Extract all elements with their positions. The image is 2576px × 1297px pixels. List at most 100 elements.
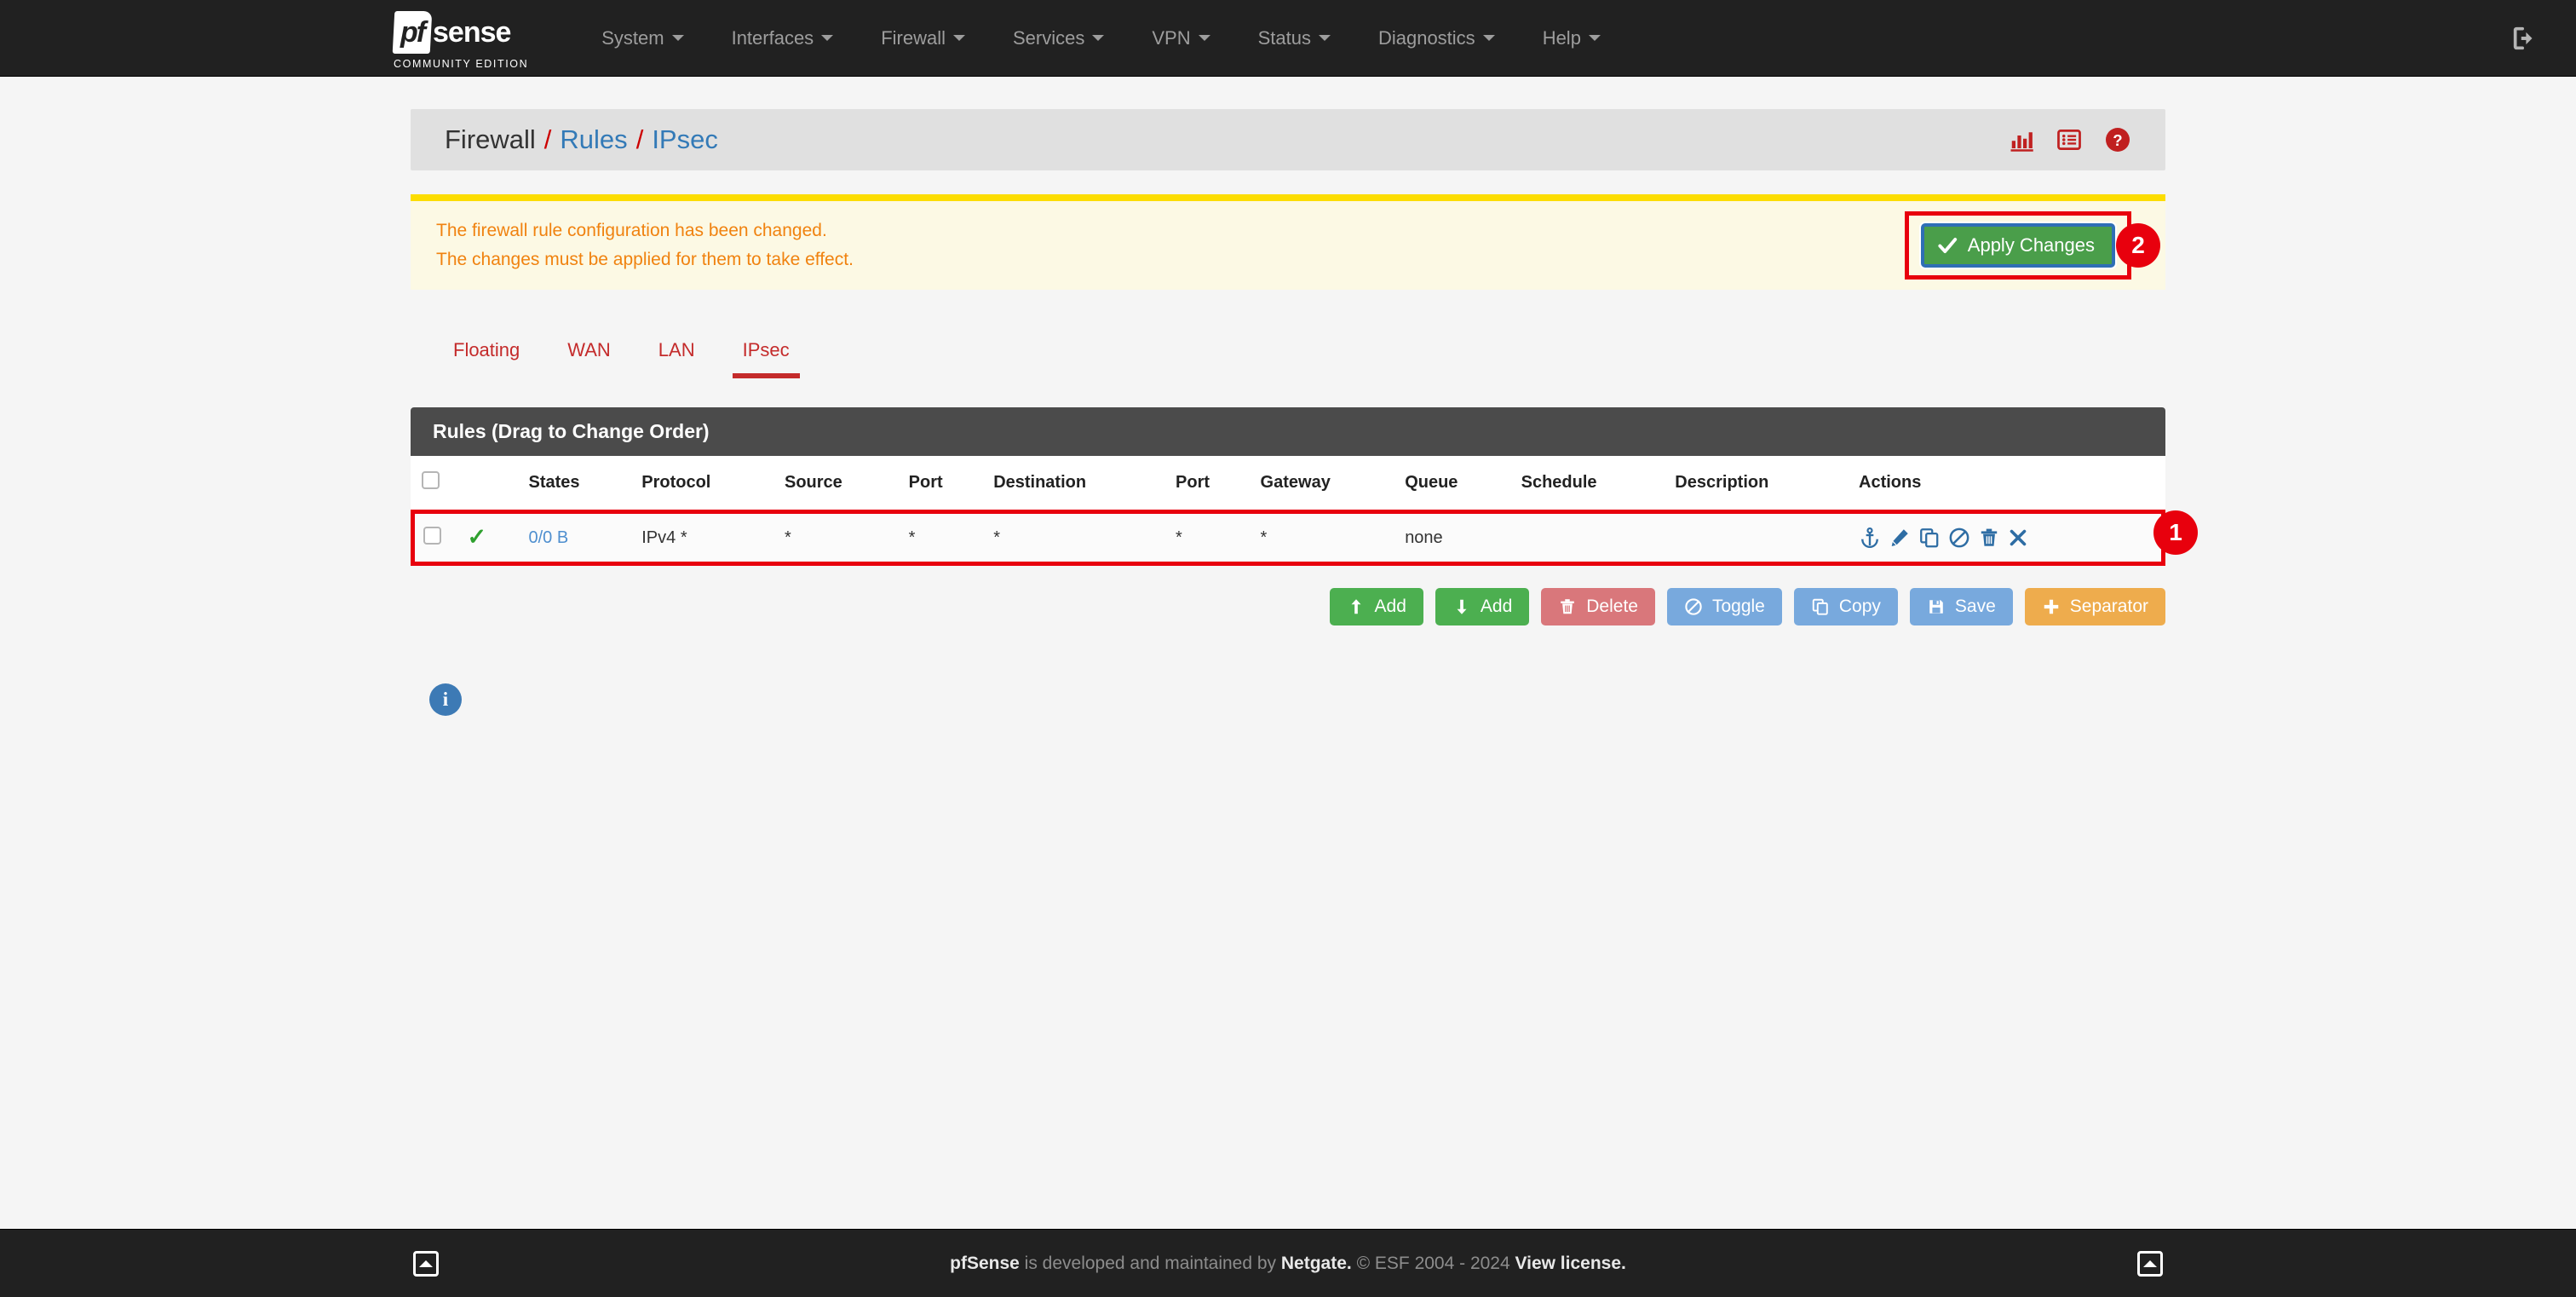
- logout-button[interactable]: [2474, 0, 2576, 77]
- nav-label-interfaces: Interfaces: [731, 26, 814, 49]
- nav-item-status[interactable]: Status: [1234, 0, 1354, 77]
- alert-line-2: The changes must be applied for them to …: [436, 250, 854, 269]
- copy-button[interactable]: Copy: [1793, 588, 1898, 625]
- annotation-badge-2: 2: [2116, 223, 2160, 268]
- interface-tabs: Floating WAN LAN IPsec: [411, 331, 2165, 378]
- delete-icon[interactable]: [1978, 527, 2000, 549]
- disable-icon[interactable]: [1948, 527, 1970, 549]
- nav-item-system[interactable]: System: [578, 0, 707, 77]
- nav-label-help: Help: [1542, 26, 1581, 49]
- cell-schedule: [1512, 510, 1667, 566]
- nav-label-diagnostics: Diagnostics: [1377, 26, 1475, 49]
- breadcrumb-rules-link[interactable]: Rules: [560, 124, 627, 155]
- states-link[interactable]: 0/0 B: [529, 528, 569, 547]
- select-all-checkbox[interactable]: [421, 471, 440, 489]
- chevron-down-icon: [1198, 35, 1210, 41]
- rules-panel-title: Rules (Drag to Change Order): [411, 407, 2165, 456]
- log-icon[interactable]: [2056, 127, 2082, 153]
- save-button[interactable]: Save: [1909, 588, 2013, 625]
- cell-destination: *: [985, 510, 1168, 566]
- chevron-down-icon: [1482, 35, 1495, 41]
- nav-item-diagnostics[interactable]: Diagnostics: [1354, 0, 1519, 77]
- plus-icon: [2044, 599, 2059, 614]
- tab-floating[interactable]: Floating: [429, 331, 543, 378]
- copy-button-label: Copy: [1838, 597, 1881, 616]
- th-status: [458, 456, 520, 512]
- chevron-down-icon: [821, 35, 834, 41]
- anchor-icon[interactable]: [1859, 527, 1881, 549]
- add-rule-bottom-label: Add: [1480, 597, 1513, 616]
- footer-license-link[interactable]: View license.: [1515, 1254, 1626, 1273]
- close-icon[interactable]: [2008, 527, 2028, 548]
- save-icon: [1929, 600, 1943, 614]
- nav-item-interfaces[interactable]: Interfaces: [708, 0, 858, 77]
- save-button-label: Save: [1954, 597, 1996, 616]
- th-dest-port: Port: [1167, 456, 1252, 512]
- apply-changes-button[interactable]: Apply Changes: [1920, 223, 2115, 268]
- footer-copyright: © ESF 2004 - 2024: [1351, 1253, 1515, 1273]
- breadcrumb-root: Firewall: [445, 124, 536, 154]
- add-rule-top-button[interactable]: Add: [1329, 588, 1423, 625]
- rules-table-body: ✓ 0/0 B IPv4 * * * * * * none: [411, 510, 2165, 566]
- th-actions: Actions: [1850, 456, 2164, 512]
- header-icon-group: ?: [2009, 126, 2131, 153]
- check-icon: [1938, 238, 1957, 253]
- row-checkbox[interactable]: [423, 526, 441, 545]
- nav-item-vpn[interactable]: VPN: [1128, 0, 1233, 77]
- footer-netgate-link[interactable]: Netgate.: [1281, 1254, 1352, 1273]
- arrow-up-icon: [1351, 599, 1361, 614]
- chevron-down-icon: [1092, 35, 1105, 41]
- th-source: Source: [776, 456, 900, 512]
- cell-queue: none: [1396, 510, 1513, 566]
- separator-button-label: Separator: [2069, 597, 2148, 616]
- breadcrumb: Firewall / Rules / IPsec: [445, 124, 718, 155]
- delete-button-label: Delete: [1586, 597, 1638, 616]
- nav-item-services[interactable]: Services: [989, 0, 1128, 77]
- nav-label-firewall: Firewall: [881, 26, 946, 49]
- th-gateway: Gateway: [1251, 456, 1397, 512]
- info-icon[interactable]: i: [429, 683, 462, 716]
- chevron-down-icon: [952, 35, 965, 41]
- edit-icon[interactable]: [1889, 527, 1911, 549]
- apply-changes-label: Apply Changes: [1967, 234, 2095, 256]
- rules-table-head: States Protocol Source Port Destination …: [412, 456, 2164, 512]
- alert-line-1: The firewall rule configuration has been…: [436, 220, 827, 240]
- table-header-row: States Protocol Source Port Destination …: [412, 456, 2164, 512]
- copy-icon: [1812, 598, 1828, 615]
- help-icon[interactable]: ?: [2104, 126, 2131, 153]
- tab-ipsec[interactable]: IPsec: [719, 331, 814, 378]
- cell-description: [1666, 510, 1850, 566]
- nav-item-firewall[interactable]: Firewall: [857, 0, 989, 77]
- tab-label-ipsec: IPsec: [742, 339, 790, 360]
- footer-scroll-right-button[interactable]: [2137, 1250, 2163, 1277]
- page-footer: pfSense is developed and maintained by N…: [0, 1229, 2576, 1297]
- nav-item-help[interactable]: Help: [1519, 0, 1624, 77]
- chevron-down-icon: [671, 35, 684, 41]
- cell-select: [411, 510, 459, 566]
- footer-scroll-left-button[interactable]: [413, 1250, 439, 1277]
- cell-states: 0/0 B: [520, 510, 634, 566]
- tab-lan[interactable]: LAN: [635, 331, 719, 378]
- page-header: Firewall / Rules / IPsec ?: [411, 109, 2165, 170]
- pfsense-logo-mark: pf: [392, 11, 433, 54]
- separator-button[interactable]: Separator: [2024, 588, 2165, 625]
- toggle-button[interactable]: Toggle: [1666, 588, 1782, 625]
- nav-label-system: System: [601, 26, 664, 49]
- breadcrumb-ipsec-link[interactable]: IPsec: [652, 124, 718, 155]
- cell-actions: [1850, 510, 2165, 566]
- pass-check-icon: ✓: [467, 524, 487, 550]
- chart-icon[interactable]: [2009, 127, 2034, 153]
- brand-logo[interactable]: pf sense COMMUNITY EDITION: [392, 0, 528, 77]
- svg-text:?: ?: [2113, 131, 2122, 149]
- toggle-button-label: Toggle: [1711, 597, 1765, 616]
- arrow-down-icon: [1457, 599, 1467, 614]
- copy-icon[interactable]: [1918, 527, 1941, 549]
- footer-mid: is developed and maintained by: [1019, 1253, 1281, 1273]
- delete-button[interactable]: Delete: [1541, 588, 1655, 625]
- th-schedule: Schedule: [1512, 456, 1667, 512]
- tab-wan[interactable]: WAN: [543, 331, 635, 378]
- config-changed-alert: The firewall rule configuration has been…: [411, 194, 2165, 290]
- table-row[interactable]: ✓ 0/0 B IPv4 * * * * * * none: [411, 510, 2165, 566]
- add-rule-bottom-button[interactable]: Add: [1435, 588, 1530, 625]
- th-description: Description: [1666, 456, 1850, 512]
